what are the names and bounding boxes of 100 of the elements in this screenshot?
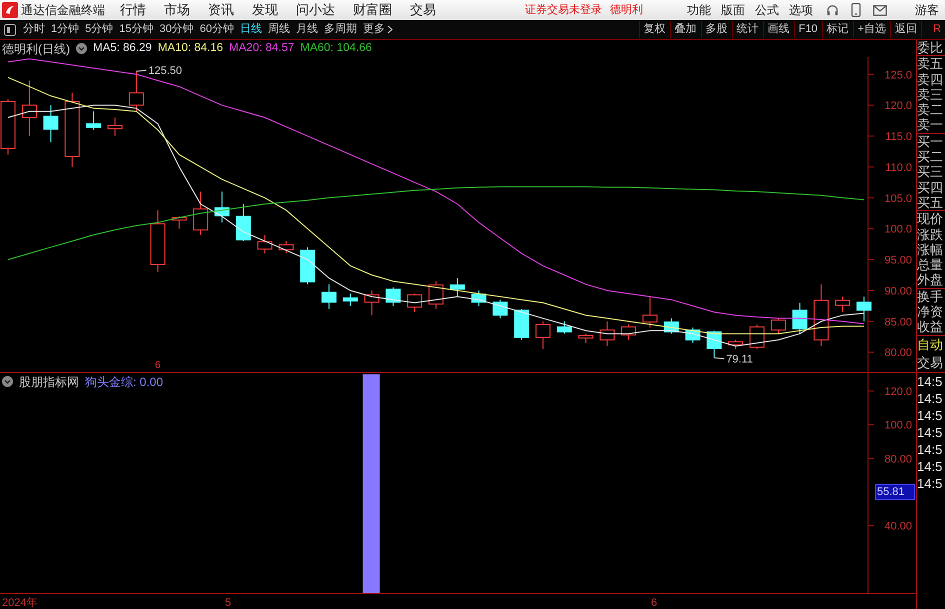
toolbar-button[interactable]: 多股 [700,21,732,38]
panel-toggle-icon[interactable] [4,24,16,36]
axis-label: 115.0 [885,131,912,144]
candlestick [642,296,658,328]
menu-item[interactable]: 功能 [682,1,716,19]
menu-item[interactable]: 发现 [243,0,287,20]
candlestick [278,240,294,254]
ma-legend-item: MA5: 86.29 [93,40,152,56]
candlestick [492,299,508,319]
time-label: 14:5 [917,372,944,390]
high-price-label: 125.50 [148,65,182,78]
date-marker: 6 [155,360,161,371]
chevron-down-icon[interactable] [2,376,13,387]
menu-item[interactable]: 交易 [401,0,445,20]
toolbar-button[interactable]: 画线 [762,21,794,38]
quote-label: 自动 [917,336,944,354]
time-label: 14:5 [917,406,944,424]
menu-item[interactable]: 市场 [155,0,199,20]
axis-label: 120.0 [884,100,912,112]
period-tab[interactable]: 周线 [265,21,293,38]
period-tab[interactable]: 5分钟 [82,21,116,38]
date-axis-label: 6 [651,597,658,609]
period-tab[interactable]: 日线 [237,21,265,38]
menu-item[interactable]: 问小达 [287,0,344,20]
candlestick [621,324,636,340]
menu-item[interactable]: 资讯 [199,0,243,20]
period-tab[interactable]: 月线 [293,21,321,38]
quote-label: 外盘 [917,272,944,288]
period-tab[interactable]: 分时 [20,21,48,38]
candlestick [128,70,144,112]
axis-label: 100.0 [884,224,912,236]
chevron-right-icon [387,25,393,34]
candlestick [322,284,336,310]
quote-label: 交易 [917,354,944,372]
period-tab[interactable]: 30分钟 [156,21,197,38]
time-label: 14:5 [917,440,944,458]
current-value-tag: 55.81 [875,484,915,500]
candlestick [471,290,486,306]
menu-item[interactable]: 版面 [716,1,750,19]
headset-icon[interactable] [826,4,839,16]
candlestick [22,80,37,137]
period-tab[interactable]: 1分钟 [48,21,82,38]
candlestick [556,320,572,334]
quote-label: 买五 [917,194,944,210]
axis-label: 90.00 [884,285,912,298]
leader-line [136,70,147,72]
date-axis-label: 2024年 [2,597,38,609]
quote-label: 委比 [917,40,944,56]
user-label[interactable]: 游客 [915,1,939,19]
candlestick [750,324,764,350]
mail-icon[interactable] [873,4,887,16]
toolbar-button[interactable]: F10 [794,21,822,38]
candlestick [514,308,530,340]
menu-item[interactable]: 财富圈 [344,0,401,20]
candlestick [108,117,122,137]
menu-item[interactable]: 公式 [750,1,784,19]
toolbar-button[interactable]: 返回 [890,21,921,38]
time-label: 14:5 [917,390,944,407]
toolbar-button[interactable]: 复权 [638,21,670,38]
time-label: 14:5 [917,458,944,475]
ma-legend-item: MA20: 84.57 [229,40,294,56]
date-axis-label: 5 [225,597,232,609]
app-logo-icon [2,2,18,18]
quote-label: 买四 [917,180,944,195]
axis-label: 100.0 [884,420,912,432]
toolbar-button[interactable]: 标记 [822,21,853,38]
quote-label: 现价 [917,211,944,227]
period-tab[interactable]: 多周期 [321,21,360,38]
app-title: 通达信金融终端 [21,2,106,19]
candlestick [835,296,850,313]
candlestick [193,191,208,236]
candlestick [728,339,744,350]
period-tab[interactable]: 更多 [360,21,396,38]
leader-line [714,357,725,360]
candlestick [450,278,465,298]
toolbar-button[interactable]: 统计 [732,21,763,38]
quote-label: 买三 [917,164,944,180]
candlestick [792,302,808,334]
quote-label: 卖四 [917,72,944,87]
axis-label: 80.00 [884,347,912,360]
menu-item[interactable]: 行情 [111,0,155,20]
toolbar-button[interactable]: 叠加 [670,21,701,38]
period-tab[interactable]: 15分钟 [116,21,156,38]
quote-label: 收益 [917,319,944,335]
axis-label: 95.00 [884,254,912,267]
phone-icon[interactable] [851,3,861,17]
time-label: 14:5 [917,424,944,441]
candlestick [214,191,230,224]
quote-label: 卖五 [917,56,944,72]
toolbar-button[interactable]: +自选 [852,21,890,38]
ma-legend-item: MA60: 104.66 [300,40,372,56]
menu-item[interactable]: 选项 [784,1,818,19]
candlestick [600,320,615,347]
period-tab[interactable]: 60分钟 [196,21,237,38]
login-status[interactable]: 证券交易未登录 [525,2,602,18]
candlestick [536,320,550,350]
indicator-name: 股朋指标网 [19,374,79,390]
axis-label: 105.0 [884,192,912,205]
chevron-down-icon[interactable] [76,43,87,54]
quote-label: 卖二 [917,102,944,118]
